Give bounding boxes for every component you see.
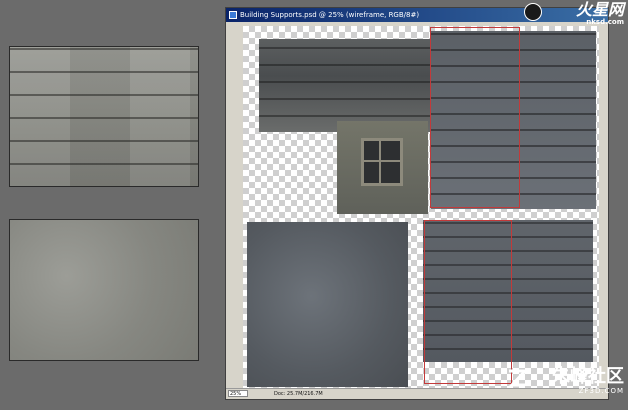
document-canvas[interactable] [243, 26, 599, 390]
doc-size-readout: Doc: 25.7M/216.7M [274, 391, 323, 397]
selection-rect-top[interactable] [430, 27, 520, 208]
window-title: Building Supports.psd @ 25% (wireframe, … [240, 11, 420, 19]
z-logo-icon [508, 369, 528, 387]
texture-wall-top-left [259, 39, 430, 132]
watermark-top-url: nksd.com [586, 18, 624, 26]
watermark-top: 火星网 nksd.com [575, 0, 624, 27]
barred-window [361, 138, 403, 186]
photoshop-doc-icon [229, 11, 237, 19]
site-logo-icon [524, 3, 542, 21]
concrete-texture-swatch [9, 219, 199, 361]
window-titlebar[interactable]: Building Supports.psd @ 25% (wireframe, … [226, 8, 608, 22]
selection-rect-bottom[interactable] [424, 220, 512, 384]
status-bar: 25% Doc: 25.7M/216.7M [226, 388, 608, 399]
photoshop-document-window[interactable]: Building Supports.psd @ 25% (wireframe, … [225, 7, 609, 400]
zoom-input[interactable]: 25% [228, 390, 248, 397]
watermark-bottom: 朱峰社区 ZF3D.COM [552, 367, 624, 396]
brick-texture-swatch [9, 46, 199, 187]
watermark-bottom-brand: 朱峰社区 [552, 366, 624, 387]
texture-wall-bottom-left [247, 222, 408, 387]
watermark-top-brand: 火星网 [575, 0, 624, 19]
texture-window-panel [337, 121, 428, 214]
watermark-bottom-url: ZF3D.COM [578, 387, 624, 395]
